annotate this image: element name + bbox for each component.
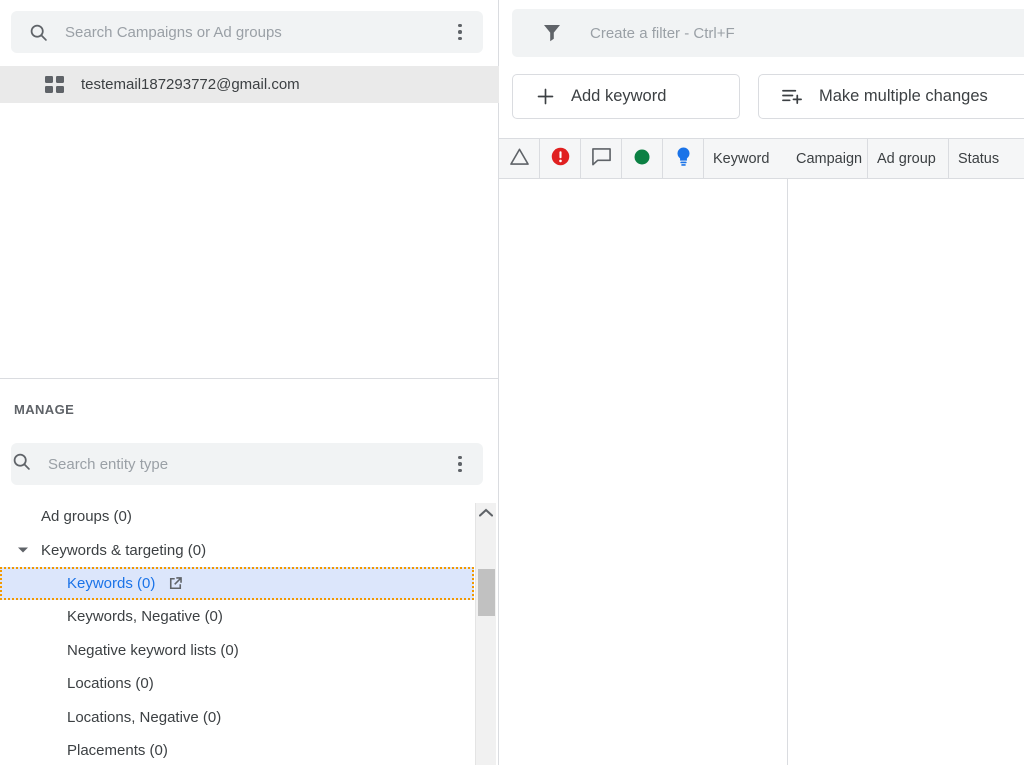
filter-box[interactable]	[512, 9, 1024, 57]
tree-item-label: Keywords (0)	[67, 574, 156, 592]
column-header-status-dot[interactable]	[622, 139, 663, 178]
filter-input[interactable]	[590, 24, 1024, 42]
campaign-search-input[interactable]	[65, 23, 445, 41]
sidebar-scrollbar-thumb[interactable]	[478, 569, 495, 616]
list-plus-icon	[781, 86, 804, 107]
warning-triangle-icon	[509, 147, 530, 170]
column-header-campaign[interactable]: Campaign	[787, 139, 868, 178]
tree-item-keywords-negative[interactable]: Keywords, Negative (0)	[0, 600, 499, 633]
search-icon	[11, 451, 32, 477]
column-header-keyword-label: Keyword	[713, 150, 770, 167]
chevron-up-icon[interactable]	[476, 503, 496, 523]
campaign-search-box[interactable]	[11, 11, 483, 53]
tree-item-locations-negative[interactable]: Locations, Negative (0)	[0, 700, 499, 733]
tree-item-placements[interactable]: Placements (0)	[0, 734, 499, 765]
keywords-table-header: Keyword Campaign Ad group Status	[499, 138, 1024, 179]
plus-icon	[535, 86, 556, 107]
tree-item-label: Locations (0)	[67, 675, 154, 693]
lightbulb-icon	[674, 146, 693, 171]
error-circle-icon	[550, 146, 571, 171]
column-header-error[interactable]	[540, 139, 581, 178]
caret-down-icon[interactable]	[18, 547, 28, 553]
account-row[interactable]: testemail187293772@gmail.com	[0, 66, 499, 103]
action-button-row: Add keyword Make multiple changes	[512, 74, 1024, 119]
column-header-status[interactable]: Status	[949, 139, 1019, 178]
account-label: testemail187293772@gmail.com	[81, 76, 300, 93]
comment-bubble-icon	[591, 147, 612, 171]
tree-item-label: Locations, Negative (0)	[67, 708, 222, 726]
app-root: testemail187293772@gmail.com MANAGE Ad g…	[0, 0, 1024, 765]
grid-icon	[45, 75, 65, 95]
sidebar-scrollbar-track[interactable]	[475, 503, 496, 765]
external-link-icon[interactable]	[166, 574, 185, 593]
search-icon	[28, 22, 49, 43]
column-header-warning-triangle[interactable]	[499, 139, 540, 178]
add-keyword-label: Add keyword	[571, 87, 667, 105]
entity-type-tree: Ad groups (0) Keywords & targeting (0) K…	[0, 500, 499, 765]
column-header-campaign-label: Campaign	[796, 150, 863, 167]
tree-item-label: Ad groups (0)	[41, 508, 132, 526]
column-header-recommendation[interactable]	[663, 139, 704, 178]
add-keyword-button[interactable]: Add keyword	[512, 74, 740, 119]
tree-item-label: Keywords, Negative (0)	[67, 608, 223, 626]
entity-search-box[interactable]	[11, 443, 483, 485]
tree-item-negative-keyword-lists[interactable]: Negative keyword lists (0)	[0, 634, 499, 667]
table-column-divider	[787, 179, 788, 765]
kebab-menu-icon[interactable]	[445, 447, 475, 481]
make-multiple-changes-label: Make multiple changes	[819, 87, 988, 105]
tree-item-label: Negative keyword lists (0)	[67, 641, 239, 659]
filter-funnel-icon	[540, 21, 564, 45]
tree-item-label: Keywords & targeting (0)	[41, 541, 207, 559]
manage-section-title: MANAGE	[14, 402, 75, 417]
tree-item-label: Placements (0)	[67, 741, 168, 759]
column-header-status-label: Status	[958, 150, 1000, 167]
tree-item-keywords[interactable]: Keywords (0)	[0, 566, 474, 601]
sidebar-divider	[0, 378, 499, 379]
column-header-keyword[interactable]: Keyword	[704, 139, 787, 178]
tree-item-locations[interactable]: Locations (0)	[0, 667, 499, 700]
kebab-menu-icon[interactable]	[445, 15, 475, 49]
tree-item-keywords-and-targeting[interactable]: Keywords & targeting (0)	[0, 533, 499, 566]
column-header-ad-group[interactable]: Ad group	[868, 139, 949, 178]
keywords-table-body	[499, 179, 1024, 765]
entity-search-input[interactable]	[48, 455, 445, 473]
main-content-panel: Add keyword Make multiple changes	[499, 0, 1024, 765]
green-circle-icon	[633, 148, 651, 170]
column-header-ad-group-label: Ad group	[877, 150, 936, 167]
column-header-comment[interactable]	[581, 139, 622, 178]
tree-item-ad-groups[interactable]: Ad groups (0)	[0, 500, 499, 533]
make-multiple-changes-button[interactable]: Make multiple changes	[758, 74, 1024, 119]
left-sidebar-panel: testemail187293772@gmail.com MANAGE Ad g…	[0, 0, 499, 765]
